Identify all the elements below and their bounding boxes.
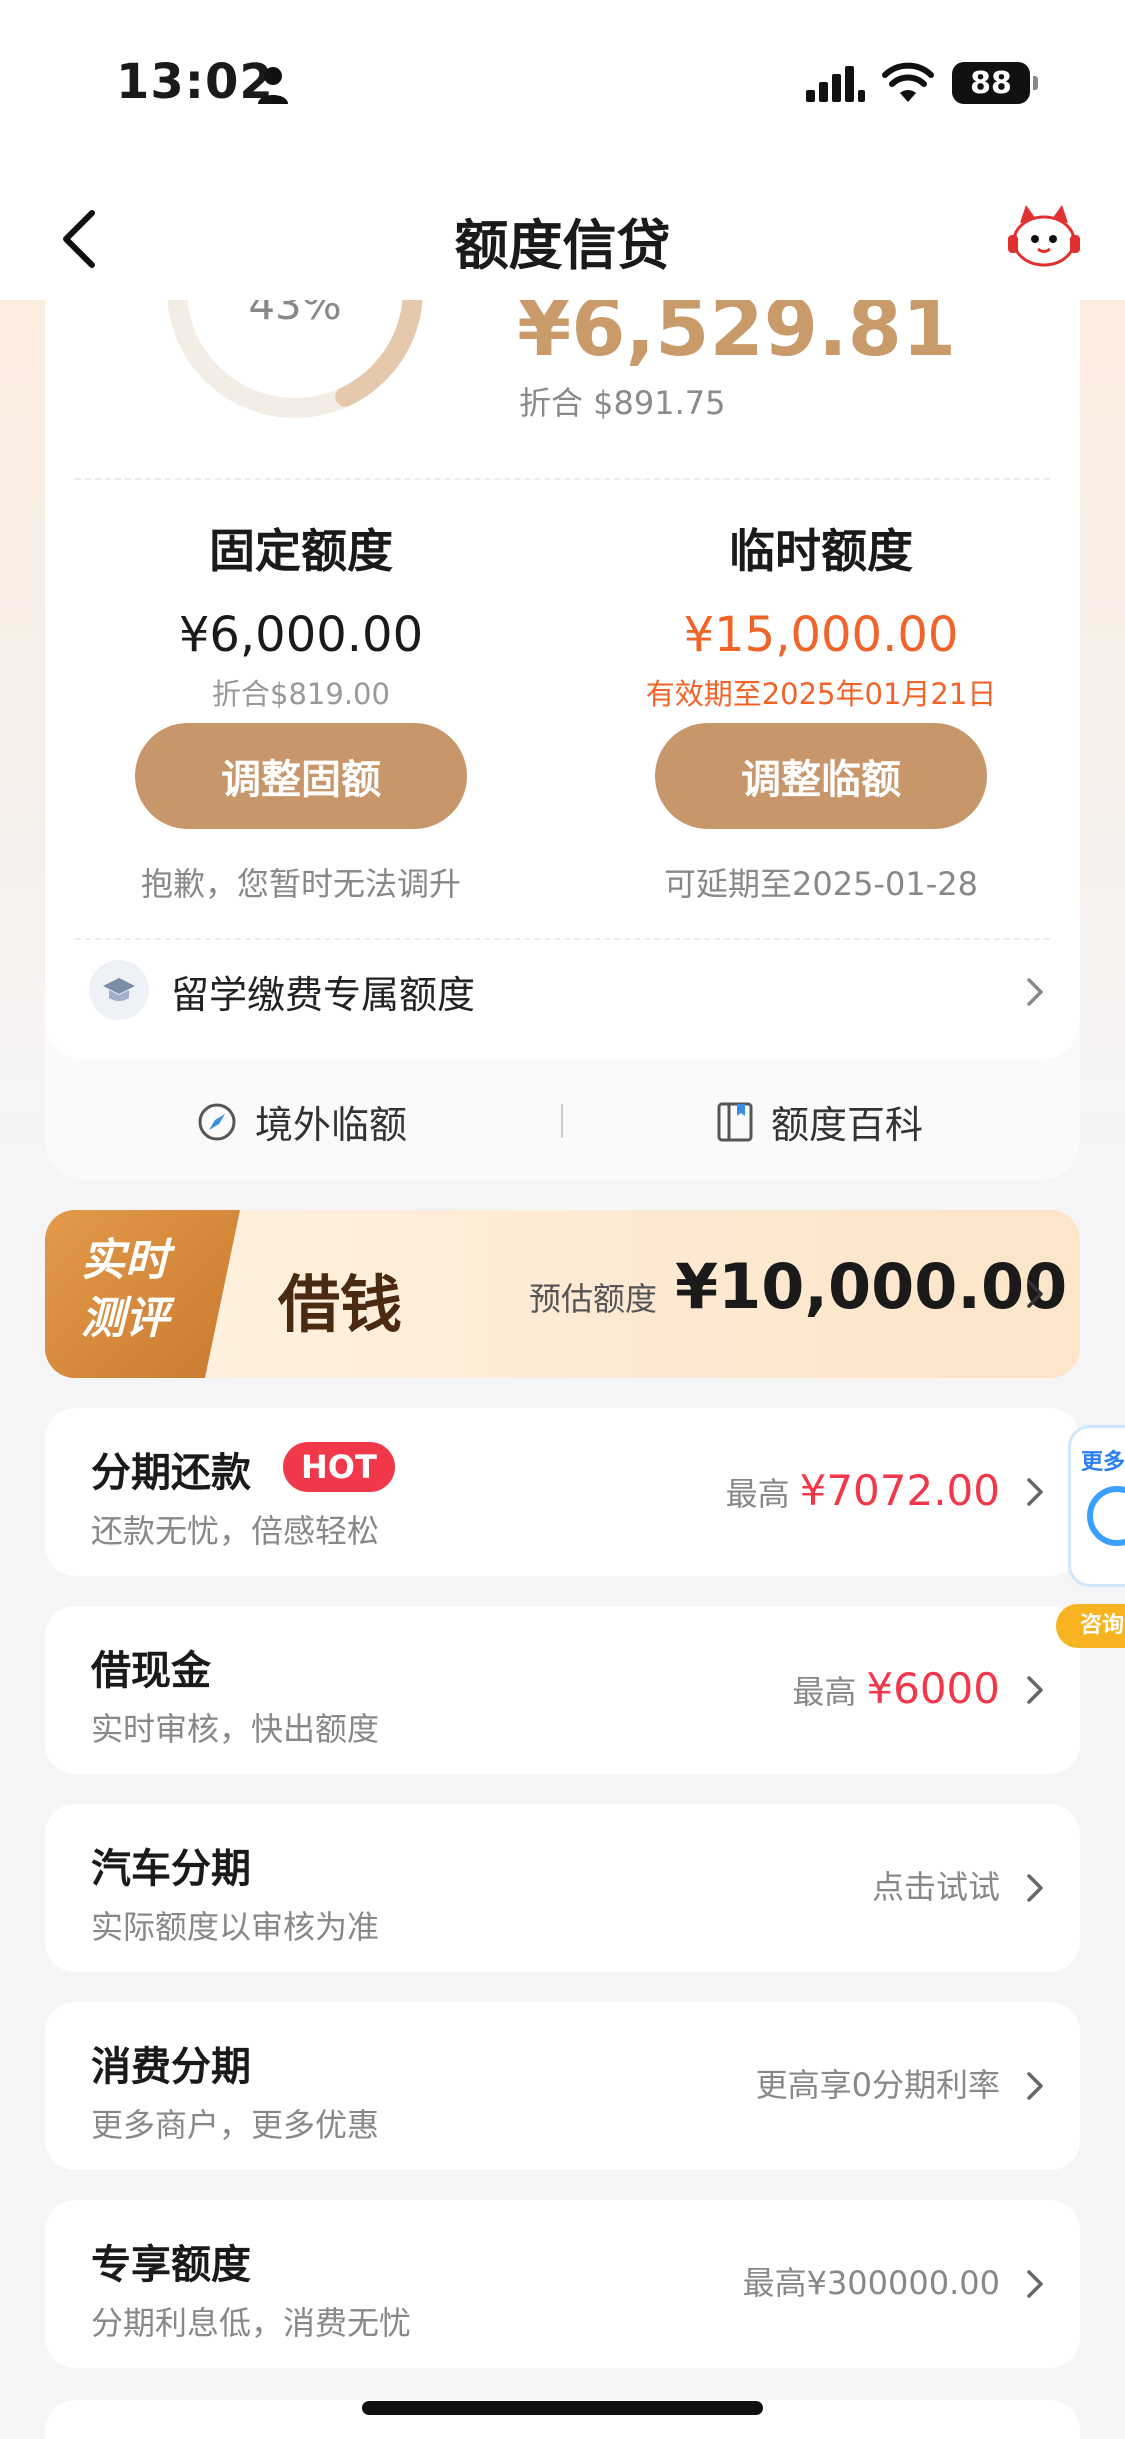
fixed-credit-amount: ¥6,000.00 bbox=[178, 607, 424, 663]
person-icon bbox=[258, 67, 288, 104]
list-item-title: 分期还款 bbox=[91, 1450, 251, 1496]
list-item-title: 借现金 bbox=[91, 1648, 211, 1694]
available-amount-usd: 折合 $891.75 bbox=[519, 384, 726, 422]
list-item-title: 汽车分期 bbox=[91, 1846, 251, 1892]
list-item-cash-loan[interactable]: 借现金 实时审核，快出额度 最高 ¥6000 bbox=[45, 1606, 1080, 1774]
assistant-float-button[interactable]: 更多 bbox=[1068, 1425, 1125, 1587]
temporary-credit-title: 临时额度 bbox=[729, 524, 913, 578]
page-title: 额度信贷 bbox=[454, 214, 671, 277]
list-item-title: 专享额度 bbox=[91, 2242, 251, 2288]
list-item-value: 点击试试 bbox=[871, 1868, 1000, 1906]
temporary-credit-expiry: 有效期至2025年01月21日 bbox=[645, 677, 997, 711]
chevron-right-icon bbox=[1027, 1478, 1043, 1506]
chevron-right-icon bbox=[1027, 2072, 1043, 2100]
temporary-credit-note: 可延期至2025-01-28 bbox=[664, 865, 978, 903]
chat-bubble-icon bbox=[1087, 1486, 1125, 1546]
fixed-credit-title: 固定额度 bbox=[209, 524, 393, 578]
status-bar: 13:02 88 bbox=[0, 0, 1125, 165]
adjust-temporary-button[interactable]: 调整临额 bbox=[655, 723, 987, 829]
list-item-subtitle: 更多商户，更多优惠 bbox=[91, 2106, 380, 2144]
credit-wiki-label: 额度百科 bbox=[771, 1103, 924, 1147]
overseas-temp-credit-label: 境外临额 bbox=[255, 1103, 408, 1147]
wifi-icon bbox=[882, 62, 934, 102]
list-item-subtitle: 实际额度以审核为准 bbox=[91, 1908, 380, 1946]
realtime-evaluation-text: 实时 测评 bbox=[81, 1235, 169, 1344]
list-item-installment-repayment[interactable]: 分期还款 HOT 还款无忧，倍感轻松 最高 ¥7072.00 bbox=[45, 1408, 1080, 1576]
consult-tag[interactable]: 咨询 bbox=[1056, 1604, 1125, 1648]
book-icon bbox=[717, 1102, 753, 1141]
list-item-subtitle: 还款无忧，倍感轻松 bbox=[91, 1512, 380, 1550]
study-abroad-label: 留学缴费专属额度 bbox=[171, 973, 476, 1017]
overseas-temp-credit-link[interactable]: 境外临额 bbox=[195, 1094, 407, 1149]
chevron-right-icon bbox=[1027, 1874, 1043, 1902]
study-abroad-credit-row[interactable]: 留学缴费专属额度 bbox=[45, 920, 1080, 1060]
chevron-right-icon bbox=[1027, 978, 1043, 1006]
borrow-title: 借钱 bbox=[278, 1268, 403, 1341]
chevron-right-icon bbox=[1027, 1676, 1043, 1704]
assistant-more-label: 更多 bbox=[1081, 1450, 1125, 1475]
list-item-value: 最高 ¥6000 bbox=[792, 1664, 1000, 1713]
compass-icon bbox=[198, 1103, 236, 1140]
chevron-right-icon bbox=[1027, 1280, 1043, 1308]
graduation-cap-icon bbox=[89, 960, 149, 1020]
footer-divider bbox=[561, 1104, 563, 1138]
nav-bar: 额度信贷 bbox=[0, 165, 1125, 300]
list-item-value: 最高 ¥7072.00 bbox=[725, 1466, 1000, 1515]
credit-summary-card: 43% ¥6,529.81 折合 $891.75 固定额度 ¥6,000.00 … bbox=[45, 300, 1080, 1180]
divider bbox=[75, 478, 1050, 480]
mascot-icon[interactable] bbox=[1004, 201, 1084, 271]
list-item-consumer-installment[interactable]: 消费分期 更多商户，更多优惠 更高享0分期利率 bbox=[45, 2002, 1080, 2170]
battery-indicator: 88 bbox=[952, 62, 1038, 104]
temporary-credit-column: 临时额度 ¥15,000.00 有效期至2025年01月21日 调整临额 可延期… bbox=[601, 515, 1041, 905]
fixed-credit-note: 抱歉，您暂时无法调升 bbox=[140, 865, 461, 903]
chevron-right-icon bbox=[1027, 2270, 1043, 2298]
signal-icon bbox=[806, 66, 865, 102]
credit-footer-links: 境外临额 额度百科 bbox=[45, 1060, 1080, 1180]
borrow-banner[interactable]: 实时 测评 借钱 预估额度 ¥10,000.00 bbox=[45, 1210, 1080, 1378]
adjust-fixed-button[interactable]: 调整固额 bbox=[135, 723, 467, 829]
list-item-subtitle: 分期利息低，消费无忧 bbox=[91, 2304, 412, 2342]
list-item-subtitle: 实时审核，快出额度 bbox=[91, 1710, 380, 1748]
estimate-amount: ¥10,000.00 bbox=[675, 1250, 1068, 1323]
fixed-credit-usd: 折合$819.00 bbox=[212, 677, 390, 711]
gauge-percent: 43% bbox=[248, 300, 342, 329]
fixed-credit-column: 固定额度 ¥6,000.00 折合$819.00 调整固额 抱歉，您暂时无法调升 bbox=[81, 515, 521, 905]
list-item-value: 更高享0分期利率 bbox=[755, 2066, 1000, 2104]
temporary-credit-amount: ¥15,000.00 bbox=[683, 607, 959, 663]
available-amount: ¥6,529.81 bbox=[517, 300, 957, 374]
credit-wiki-link[interactable]: 额度百科 bbox=[715, 1094, 923, 1149]
hot-badge: HOT bbox=[283, 1442, 395, 1492]
credit-main-panel: 43% ¥6,529.81 折合 $891.75 固定额度 ¥6,000.00 … bbox=[45, 300, 1080, 1060]
list-item-title: 消费分期 bbox=[91, 2044, 251, 2090]
status-time: 13:02 bbox=[116, 54, 274, 110]
list-item-value: 最高¥300000.00 bbox=[742, 2264, 1000, 2302]
home-indicator bbox=[362, 2401, 763, 2415]
list-item-car-installment[interactable]: 汽车分期 实际额度以审核为准 点击试试 bbox=[45, 1804, 1080, 1972]
list-item-exclusive-credit[interactable]: 专享额度 分期利息低，消费无忧 最高¥300000.00 bbox=[45, 2200, 1080, 2368]
estimate-label: 预估额度 bbox=[529, 1280, 658, 1318]
